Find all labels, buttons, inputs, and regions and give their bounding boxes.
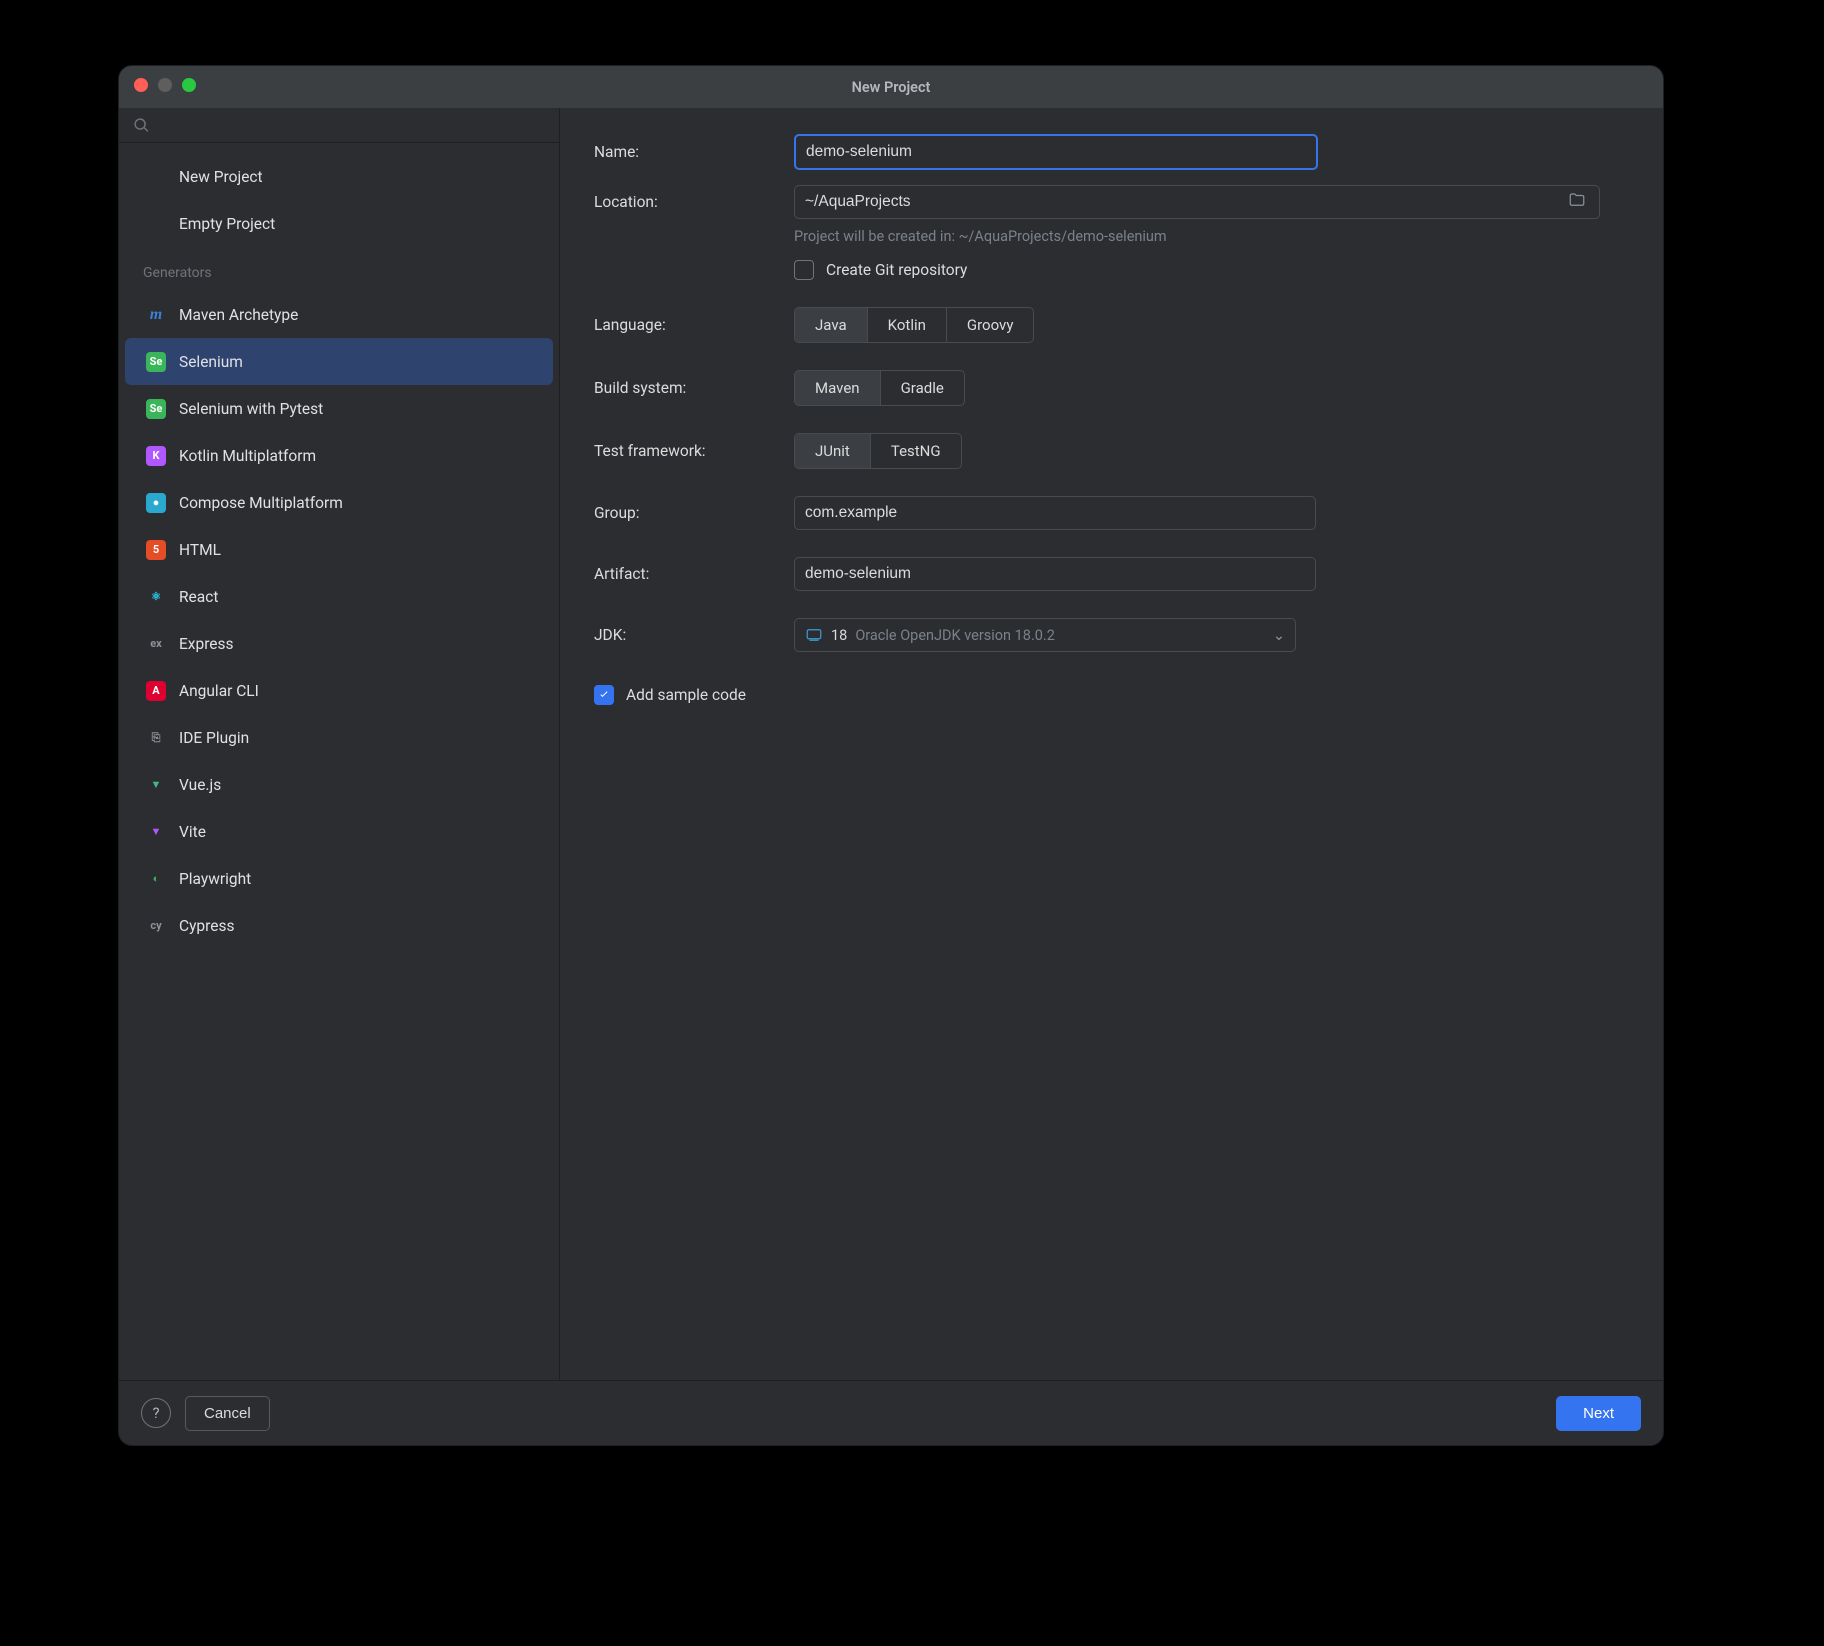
sample-code-label: Add sample code [626, 686, 746, 704]
jdk-icon [805, 626, 823, 644]
jdk-value: 18 [831, 627, 847, 644]
sidebar-item-kotlin-multiplatform[interactable]: KKotlin Multiplatform [125, 432, 553, 479]
maven-icon: m [146, 305, 166, 325]
form-panel: Name: Location: Project will be created … [560, 108, 1663, 1380]
group-label: Group: [594, 504, 794, 522]
sidebar-item-express[interactable]: exExpress [125, 620, 553, 667]
sidebar-item-new-project[interactable]: New Project [125, 153, 553, 200]
sidebar-list: New ProjectEmpty ProjectGeneratorsmMaven… [119, 143, 559, 959]
group-input[interactable] [794, 496, 1316, 530]
test-option-testng[interactable]: TestNG [871, 434, 961, 468]
test-segmented: JUnitTestNG [794, 433, 962, 469]
react-icon: ⚛ [146, 587, 166, 607]
artifact-input[interactable] [794, 557, 1316, 591]
sidebar-item-selenium-with-pytest[interactable]: SeSelenium with Pytest [125, 385, 553, 432]
language-segmented: JavaKotlinGroovy [794, 307, 1034, 343]
kotlin-icon: K [146, 446, 166, 466]
sidebar-item-react[interactable]: ⚛React [125, 573, 553, 620]
cancel-button[interactable]: Cancel [185, 1396, 270, 1431]
close-window-button[interactable] [134, 78, 148, 92]
git-checkbox[interactable] [794, 260, 814, 280]
language-label: Language: [594, 316, 794, 334]
build-segmented: MavenGradle [794, 370, 965, 406]
location-hint: Project will be created in: ~/AquaProjec… [794, 228, 1629, 245]
browse-folder-icon[interactable] [1568, 191, 1586, 213]
sidebar-item-ide-plugin[interactable]: ⎘IDE Plugin [125, 714, 553, 761]
playwright-icon: ◐ [146, 869, 166, 889]
cypress-icon: cy [146, 916, 166, 936]
name-input[interactable] [794, 134, 1318, 170]
language-option-groovy[interactable]: Groovy [947, 308, 1034, 342]
sample-code-checkbox[interactable] [594, 685, 614, 705]
sidebar-item-angular-cli[interactable]: AAngular CLI [125, 667, 553, 714]
minimize-window-button[interactable] [158, 78, 172, 92]
selenium-icon: Se [146, 399, 166, 419]
selenium-icon: Se [146, 352, 166, 372]
build-label: Build system: [594, 379, 794, 397]
chevron-down-icon: ⌄ [1273, 627, 1285, 644]
test-label: Test framework: [594, 442, 794, 460]
language-option-java[interactable]: Java [795, 308, 868, 342]
titlebar: New Project [119, 66, 1663, 108]
search-row[interactable] [119, 108, 559, 143]
zoom-window-button[interactable] [182, 78, 196, 92]
vue-icon: ▼ [146, 775, 166, 795]
sidebar-item-vite[interactable]: ▼Vite [125, 808, 553, 855]
help-button[interactable]: ? [141, 1398, 171, 1428]
angular-icon: A [146, 681, 166, 701]
name-label: Name: [594, 143, 794, 161]
window-title: New Project [852, 79, 931, 96]
sidebar-item-cypress[interactable]: cyCypress [125, 902, 553, 949]
artifact-label: Artifact: [594, 565, 794, 583]
sidebar-item-vue.js[interactable]: ▼Vue.js [125, 761, 553, 808]
html-icon: 5 [146, 540, 166, 560]
search-icon [133, 117, 150, 134]
next-button[interactable]: Next [1556, 1396, 1641, 1431]
vite-icon: ▼ [146, 822, 166, 842]
jdk-detail: Oracle OpenJDK version 18.0.2 [855, 627, 1055, 644]
sidebar-item-playwright[interactable]: ◐Playwright [125, 855, 553, 902]
plugin-icon: ⎘ [146, 728, 166, 748]
express-icon: ex [146, 634, 166, 654]
build-option-gradle[interactable]: Gradle [881, 371, 964, 405]
sidebar-item-selenium[interactable]: SeSelenium [125, 338, 553, 385]
jdk-label: JDK: [594, 626, 794, 644]
sidebar: New ProjectEmpty ProjectGeneratorsmMaven… [119, 108, 560, 1380]
new-project-window: New Project New ProjectEmpty ProjectGene… [118, 65, 1664, 1446]
test-option-junit[interactable]: JUnit [795, 434, 871, 468]
build-option-maven[interactable]: Maven [795, 371, 881, 405]
location-label: Location: [594, 193, 794, 211]
sidebar-item-maven-archetype[interactable]: mMaven Archetype [125, 291, 553, 338]
check-icon [598, 689, 610, 701]
language-option-kotlin[interactable]: Kotlin [868, 308, 947, 342]
footer: ? Cancel Next [119, 1380, 1663, 1445]
sidebar-item-html[interactable]: 5HTML [125, 526, 553, 573]
generators-header: Generators [125, 247, 553, 291]
jdk-dropdown[interactable]: 18 Oracle OpenJDK version 18.0.2 ⌄ [794, 618, 1296, 652]
sidebar-item-compose-multiplatform[interactable]: ●Compose Multiplatform [125, 479, 553, 526]
location-input[interactable] [794, 185, 1600, 219]
compose-icon: ● [146, 493, 166, 513]
sidebar-item-empty-project[interactable]: Empty Project [125, 200, 553, 247]
git-checkbox-label: Create Git repository [826, 261, 967, 279]
